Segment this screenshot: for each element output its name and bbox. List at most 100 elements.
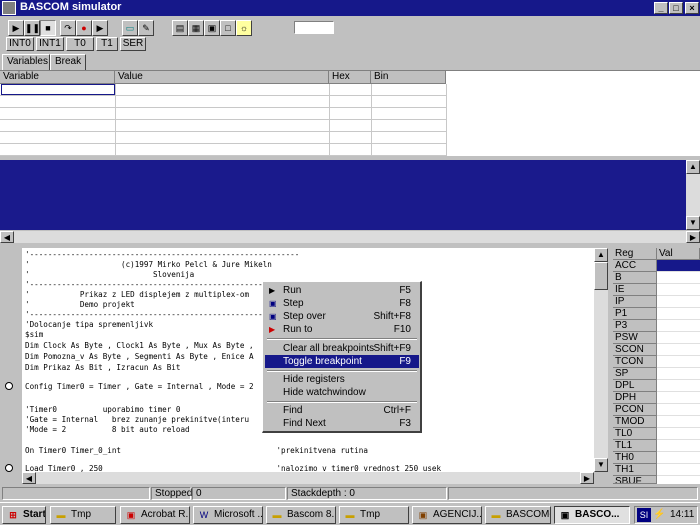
column-value[interactable]: Value xyxy=(115,71,329,84)
menu-item-step[interactable]: ▣ Step F8 xyxy=(265,297,419,310)
register-value[interactable] xyxy=(657,344,700,356)
register-value[interactable] xyxy=(657,368,700,380)
table-row[interactable] xyxy=(0,120,446,132)
table-row[interactable] xyxy=(0,96,446,108)
breakpoint-marker[interactable] xyxy=(5,382,13,390)
column-hex[interactable]: Hex xyxy=(329,71,371,84)
tab-variables[interactable]: Variables xyxy=(2,54,50,70)
language-indicator[interactable]: SI xyxy=(637,508,651,522)
code-line[interactable]: Load Timer0 , 250 'nalozimo v timer0 vre… xyxy=(25,464,441,472)
menu-item-run[interactable]: ▶ Run F5 xyxy=(265,284,419,297)
selected-cell[interactable] xyxy=(1,84,115,95)
code-line[interactable]: ' (c)1997 Mirko Pelcl & Jure Mikeln xyxy=(25,260,272,269)
taskbar-item[interactable]: ▬ Tmp xyxy=(50,506,116,524)
terminal-scrollbar[interactable]: ▲ ▼ xyxy=(686,160,700,230)
stop-button[interactable]: ■ xyxy=(40,20,56,36)
scroll-right-button[interactable]: ▶ xyxy=(686,231,700,243)
code-line[interactable]: '---------------------------------------… xyxy=(25,280,299,289)
register-value[interactable] xyxy=(657,284,700,296)
register-value[interactable] xyxy=(657,272,700,284)
register-value[interactable] xyxy=(657,440,700,452)
taskbar-item[interactable]: ▣ AGENCIJ... xyxy=(412,506,482,524)
code-line[interactable]: Dim Pomozna_v As Byte , Segmenti As Byte… xyxy=(25,352,254,361)
column-reg[interactable]: Reg xyxy=(613,248,657,260)
terminal-button[interactable]: ▣ xyxy=(204,20,220,36)
run-to-button[interactable]: ▶ xyxy=(92,20,108,36)
register-value[interactable] xyxy=(657,416,700,428)
register-value[interactable] xyxy=(657,356,700,368)
menu-item-find[interactable]: Find Ctrl+F xyxy=(265,404,419,417)
scroll-up-button[interactable]: ▲ xyxy=(594,248,608,262)
scroll-right-button[interactable]: ▶ xyxy=(580,472,594,484)
clock[interactable]: 14:11 xyxy=(670,507,694,523)
table-row[interactable] xyxy=(0,144,446,156)
menu-item-find-next[interactable]: Find Next F3 xyxy=(265,417,419,430)
register-value[interactable] xyxy=(657,392,700,404)
step-over-button[interactable]: ● xyxy=(76,20,92,36)
led-button[interactable]: ▦ xyxy=(188,20,204,36)
register-value[interactable] xyxy=(657,464,700,476)
register-value[interactable] xyxy=(657,296,700,308)
menu-item-hide-registers[interactable]: Hide registers xyxy=(265,373,419,386)
register-value[interactable] xyxy=(657,308,700,320)
taskbar-item[interactable]: ▬ Tmp xyxy=(339,506,409,524)
column-val[interactable]: Val xyxy=(657,248,700,260)
start-button[interactable]: ⊞ Start xyxy=(2,506,46,524)
code-line[interactable]: Dim Prikaz As Bit , Izracun As Bit xyxy=(25,363,180,372)
column-bin[interactable]: Bin xyxy=(371,71,446,84)
taskbar-item[interactable]: ▬ BASCOM-... xyxy=(485,506,551,524)
ser-button[interactable]: SER xyxy=(120,37,146,51)
column-variable[interactable]: Variable xyxy=(0,71,115,84)
code-line[interactable]: '---------------------------------------… xyxy=(25,310,299,319)
tools-button[interactable]: ✎ xyxy=(138,20,154,36)
terminal-hscrollbar[interactable]: ◀ ▶ xyxy=(0,231,700,243)
code-line[interactable]: $sim xyxy=(25,330,43,339)
code-line[interactable]: ' Demo projekt xyxy=(25,300,135,309)
register-value[interactable] xyxy=(657,428,700,440)
run-button[interactable]: ▶ xyxy=(8,20,24,36)
table-row[interactable] xyxy=(0,84,446,96)
register-value[interactable] xyxy=(657,380,700,392)
code-line[interactable]: On Timer0 Timer_0_int 'prekinitvena ruti… xyxy=(25,446,368,455)
network-icon[interactable]: ⚡ xyxy=(653,507,665,523)
code-line[interactable]: 'Gate = Internal brez zunanje prekinitve… xyxy=(25,415,249,424)
scroll-up-button[interactable]: ▲ xyxy=(686,160,700,174)
close-button[interactable]: × xyxy=(685,2,699,14)
menu-item-run-to[interactable]: ▶ Run to F10 xyxy=(265,323,419,336)
scroll-thumb[interactable] xyxy=(594,262,608,290)
t0-button[interactable]: T0 xyxy=(66,37,94,51)
register-value[interactable] xyxy=(657,404,700,416)
taskbar-item[interactable]: ▣ Acrobat R... xyxy=(120,506,190,524)
refresh-button[interactable]: ☼ xyxy=(236,20,252,36)
scroll-down-button[interactable]: ▼ xyxy=(686,216,700,230)
ports-button[interactable]: □ xyxy=(220,20,236,36)
scroll-left-button[interactable]: ◀ xyxy=(0,231,14,243)
int0-button[interactable]: INT0 xyxy=(6,37,34,51)
t1-button[interactable]: T1 xyxy=(96,37,118,51)
maximize-button[interactable]: □ xyxy=(669,2,683,14)
taskbar-item-active[interactable]: ▣ BASCO... xyxy=(554,506,630,524)
code-line[interactable]: ' Slovenija xyxy=(25,270,194,279)
tab-break[interactable]: Break xyxy=(50,54,86,70)
scroll-down-button[interactable]: ▼ xyxy=(594,458,608,472)
taskbar-item[interactable]: ▬ Bascom 8... xyxy=(266,506,336,524)
breakpoint-gutter[interactable] xyxy=(0,248,22,484)
register-value[interactable] xyxy=(657,332,700,344)
breakpoint-marker[interactable] xyxy=(5,464,13,472)
code-line[interactable]: ' Prikaz z LED displejem z multiplex-om xyxy=(25,290,249,299)
register-value[interactable] xyxy=(657,320,700,332)
speed-input[interactable] xyxy=(294,21,334,34)
code-line[interactable]: 'Mode = 2 8 bit auto reload xyxy=(25,425,190,434)
int1-button[interactable]: INT1 xyxy=(36,37,64,51)
pause-button[interactable]: ❚❚ xyxy=(24,20,40,36)
register-value[interactable] xyxy=(657,452,700,464)
monitor-button[interactable]: ▭ xyxy=(122,20,138,36)
minimize-button[interactable]: _ xyxy=(654,2,668,14)
code-line[interactable]: 'Dolocanje tipa spremenljivk xyxy=(25,320,153,329)
lcd-button[interactable]: ▤ xyxy=(172,20,188,36)
register-value[interactable] xyxy=(657,260,700,272)
menu-item-toggle-breakpoint[interactable]: Toggle breakpoint F9 xyxy=(265,355,419,368)
code-line[interactable]: Dim Clock As Byte , Clock1 As Byte , Mux… xyxy=(25,341,254,350)
menu-item-step-over[interactable]: ▣ Step over Shift+F8 xyxy=(265,310,419,323)
step-button[interactable]: ↷ xyxy=(60,20,76,36)
